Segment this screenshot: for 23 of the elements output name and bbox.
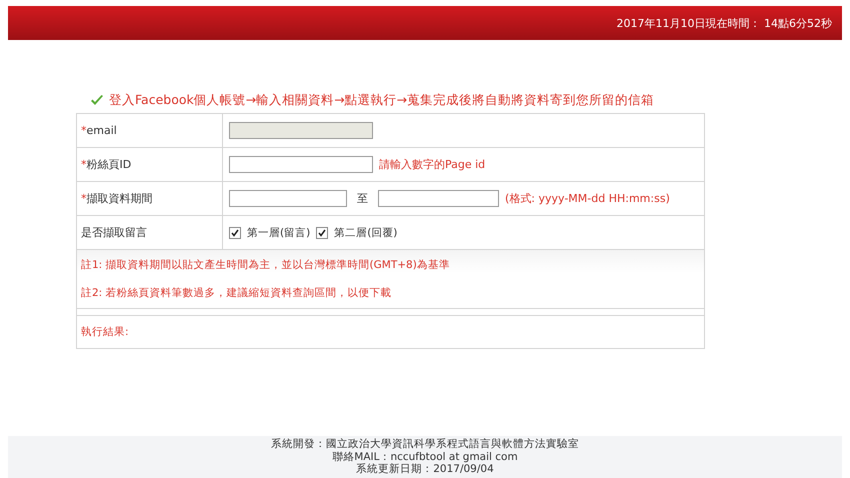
- field-label: *email: [81, 124, 117, 137]
- field-label: 是否擷取留言: [81, 225, 147, 240]
- hint-text: 請輸入數字的Page id: [379, 157, 486, 172]
- field-label: *粉絲頁ID: [81, 157, 132, 172]
- footer-text: 系統開發：國立政治大學資訊科學系程式語言與軟體方法實驗室: [271, 438, 579, 450]
- field-label: *擷取資料期間: [81, 191, 152, 206]
- range-separator: 至: [357, 191, 368, 206]
- footer-text: 系統更新日期：2017/09/04: [356, 463, 494, 476]
- note-text: 註1: 擷取資料期間以貼文產生時間為主，並以台灣標準時間(GMT+8)為基準: [81, 258, 451, 272]
- checkbox-label: 第二層(回覆): [334, 226, 398, 240]
- checkbox[interactable]: [229, 226, 241, 238]
- result-label: 執行結果:: [81, 325, 129, 339]
- note-text: 註2: 若粉絲頁資料筆數過多，建議縮短資料查詢區間，以便下載: [81, 286, 393, 300]
- input-field[interactable]: [229, 156, 373, 173]
- checkbox-label: 第一層(留言): [247, 226, 310, 240]
- footer-text: 聯絡MAIL：nccufbtool at gmail com: [332, 450, 518, 463]
- checkbox[interactable]: [316, 226, 328, 238]
- hint-text: (格式: yyyy-MM-dd HH:mm:ss): [505, 191, 670, 206]
- current-time: 2017年11月10日現在時間： 14點6分52秒: [616, 16, 832, 30]
- instruction-text: 登入Facebook個人帳號→輸入相關資料→點選執行→蒐集完成後將自動將資料寄到您所留的信箱: [109, 92, 654, 109]
- checkmark-icon: [90, 95, 104, 106]
- end-date-field[interactable]: [378, 190, 499, 207]
- start-date-field[interactable]: [229, 190, 347, 207]
